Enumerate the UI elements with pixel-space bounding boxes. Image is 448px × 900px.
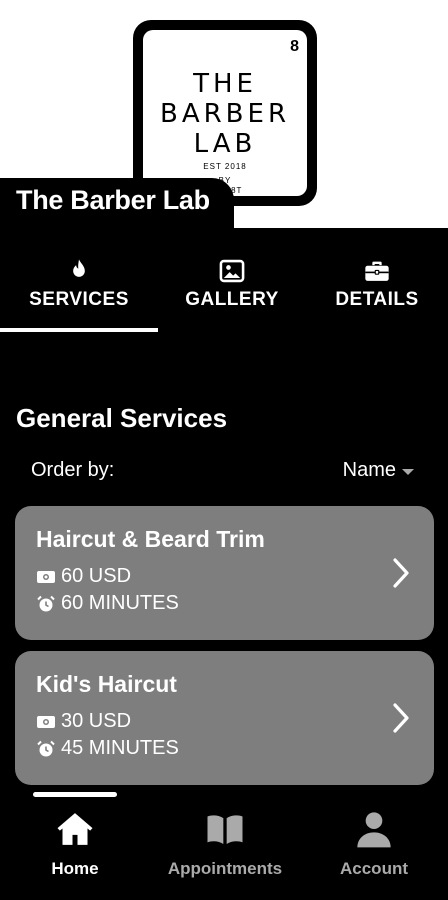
flame-icon (73, 259, 85, 277)
nav-appointments[interactable]: Appointments (160, 809, 290, 879)
money-icon (37, 715, 55, 728)
caret-down-icon (402, 468, 414, 475)
service-name: Haircut & Beard Trim (36, 526, 265, 552)
user-icon (357, 812, 391, 848)
service-name: Kid's Haircut (36, 671, 177, 697)
service-price: 30 USD (61, 710, 132, 732)
service-duration: 45 MINUTES (61, 737, 179, 759)
tab-gallery[interactable]: GALLERY (158, 252, 306, 332)
service-duration-row: 60 MINUTES (36, 590, 434, 617)
logo-est: EST 2018 (203, 162, 247, 171)
service-duration-row: 45 MINUTES (36, 735, 434, 762)
tab-services-label: SERVICES (29, 289, 129, 310)
image-icon (219, 259, 245, 283)
service-price-row: 30 USD (36, 708, 434, 735)
tab-details-label: DETAILS (335, 289, 419, 310)
bottom-nav: Home Appointments Account (0, 797, 448, 900)
book-icon (207, 815, 243, 844)
service-card[interactable]: Kid's Haircut 30 USD 45 MINUTES (15, 651, 434, 785)
tab-bar: SERVICES GALLERY DETAILS (0, 252, 448, 332)
logo-number: 8 (290, 38, 299, 55)
nav-account-label: Account (340, 859, 408, 878)
logo-word-the: THE (193, 69, 257, 99)
alarm-clock-icon (37, 595, 55, 611)
nav-home[interactable]: Home (40, 809, 110, 879)
home-icon (57, 813, 93, 845)
order-by-value: Name (342, 459, 396, 481)
order-by-dropdown[interactable]: Name (343, 459, 414, 482)
service-duration: 60 MINUTES (61, 592, 179, 614)
section-title: General Services (16, 403, 228, 433)
active-tab-indicator (0, 328, 158, 332)
service-price-row: 60 USD (36, 563, 434, 590)
money-icon (37, 570, 55, 583)
chevron-right-icon (393, 703, 409, 733)
alarm-clock-icon (37, 740, 55, 756)
tab-details[interactable]: DETAILS (306, 252, 448, 332)
shop-title: The Barber Lab (0, 178, 234, 230)
briefcase-icon (365, 261, 389, 281)
nav-appointments-label: Appointments (167, 859, 283, 878)
logo-word-lab: LAB (193, 129, 257, 159)
service-card[interactable]: Haircut & Beard Trim 60 USD 60 MINUTES (15, 506, 434, 640)
nav-account[interactable]: Account (328, 809, 420, 879)
chevron-right-icon (393, 558, 409, 588)
tab-gallery-label: GALLERY (185, 289, 279, 310)
order-by-label: Order by: (31, 459, 115, 481)
logo-word-barber: BARBER (159, 99, 291, 129)
nav-home-label: Home (51, 859, 99, 878)
service-price: 60 USD (61, 565, 132, 587)
tab-services[interactable]: SERVICES (0, 252, 158, 332)
